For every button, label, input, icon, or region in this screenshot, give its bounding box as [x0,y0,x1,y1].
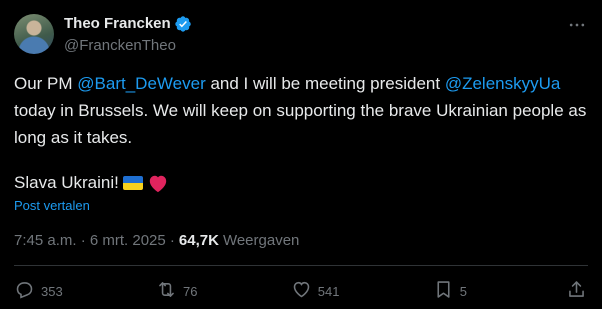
translate-post-link[interactable]: Post vertalen [14,197,90,215]
tweet-card: Theo Francken @FranckenTheo Our PM @Bart… [0,0,602,309]
views-count: 64,7K [178,232,219,249]
mention-link[interactable]: @ZelenskyyUa [445,74,561,93]
reply-icon [14,279,35,303]
tweet-text-segment: Our PM [14,74,78,93]
divider [14,265,588,266]
share-button[interactable] [566,279,588,303]
more-icon[interactable] [566,14,588,36]
like-button[interactable]: 541 [291,279,340,303]
author-name-row: Theo Francken [64,14,192,34]
slava-line: Slava Ukraini! [14,169,169,196]
like-icon [291,279,312,303]
tweet-text-segment: today in Brussels. We will keep on suppo… [14,101,587,147]
repost-icon [156,279,177,303]
repost-count: 76 [182,283,198,299]
reply-count: 353 [41,283,63,299]
handle[interactable]: @FranckenTheo [64,36,176,56]
tweet-meta: 7:45 a.m. · 6 mrt. 2025 · 64,7K Weergave… [14,231,299,251]
flag-ukraine-icon [122,175,143,190]
reply-button[interactable]: 353 [14,279,63,303]
mention-link[interactable]: @Bart_DeWever [77,74,205,93]
tweet-text-segment: and I will be meeting president [205,74,445,93]
red-heart-icon [147,173,169,193]
display-name[interactable]: Theo Francken [64,14,171,34]
bookmark-button[interactable]: 5 [433,279,473,303]
like-count: 541 [317,283,340,299]
tweet-text: Our PM @Bart_DeWever and I will be meeti… [14,70,594,151]
bookmark-icon [433,279,454,303]
verified-badge-icon[interactable] [174,15,192,33]
share-icon [566,279,587,303]
views-label: Weergaven [222,232,300,249]
bookmark-count: 5 [459,283,467,299]
action-bar: 353 76 541 5 [14,276,588,306]
timestamp[interactable]: 7:45 a.m. · 6 mrt. 2025 · [14,231,175,251]
slava-text: Slava Ukraini! [14,173,119,192]
avatar[interactable] [14,14,54,54]
repost-button[interactable]: 76 [156,279,197,303]
